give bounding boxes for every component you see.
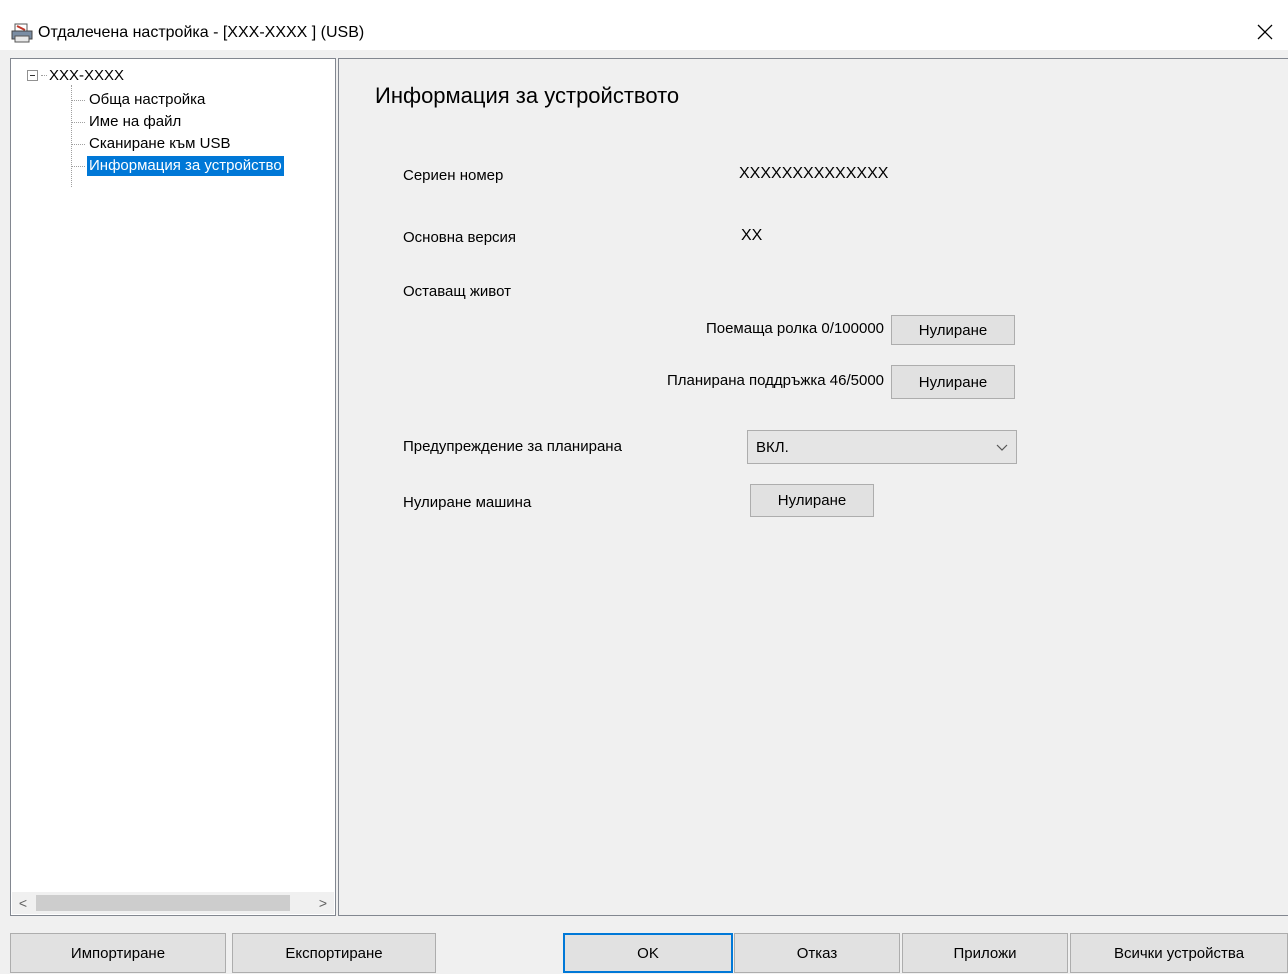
remaining-life-label: Оставащ живот — [403, 283, 511, 300]
pickup-roller-label: Поемаща ролка 0/100000 — [705, 320, 884, 337]
maintenance-warning-value: ВКЛ. — [756, 439, 789, 456]
tree-root-label: XXX-XXXX — [49, 66, 125, 84]
export-button[interactable]: Експортиране — [232, 933, 436, 973]
tree-item-scan-to-usb[interactable]: Сканиране към USB — [71, 133, 232, 155]
machine-reset-label: Нулиране машина — [403, 494, 532, 511]
ok-button[interactable]: OK — [563, 933, 733, 973]
maintenance-reset-button[interactable]: Нулиране — [891, 365, 1015, 399]
scrollbar-thumb[interactable] — [36, 895, 290, 911]
firmware-version-label: Основна версия — [403, 229, 517, 246]
page-title: Информация за устройството — [375, 83, 680, 108]
scroll-left-button[interactable]: < — [12, 892, 34, 914]
serial-number-value: XXXXXXXXXXXXXX — [739, 165, 889, 182]
apply-button[interactable]: Приложи — [902, 933, 1068, 973]
close-icon — [1257, 24, 1273, 40]
import-button[interactable]: Импортиране — [10, 933, 226, 973]
window-title: Отдалечена настройка - [XXX-XXXX ] (USB) — [38, 24, 365, 41]
tree-connector — [41, 74, 47, 76]
tree-item-file-name[interactable]: Име на файл — [71, 111, 183, 133]
tree-item-general-settings[interactable]: Обща настройка — [71, 89, 207, 111]
chevron-right-icon: > — [318, 895, 328, 911]
tree-connector — [71, 121, 85, 123]
maintenance-warning-select[interactable]: ВКЛ. — [747, 430, 1017, 464]
close-button[interactable] — [1242, 14, 1288, 50]
chevron-left-icon: < — [18, 895, 28, 911]
title-bar-top-strip — [0, 0, 1288, 8]
scheduled-maintenance-label: Планирана поддръжка 46/5000 — [666, 372, 884, 389]
settings-tree[interactable]: XXX-XXXX Обща настройка Име на файл Скан… — [10, 58, 336, 916]
chevron-down-icon — [996, 444, 1008, 451]
tree-item-device-info[interactable]: Информация за устройство — [71, 155, 284, 177]
maintenance-warning-label: Предупреждение за планирана — [403, 438, 622, 455]
tree-connector — [71, 99, 85, 101]
tree-connector — [71, 165, 85, 167]
tree-connector — [71, 143, 85, 145]
collapse-icon[interactable] — [27, 69, 38, 81]
device-info-panel: Информация за устройството Сериен номер … — [338, 58, 1288, 916]
all-devices-button[interactable]: Всички устройства — [1070, 933, 1288, 973]
horizontal-scrollbar[interactable]: < > — [12, 892, 334, 914]
tree-item-label: Информация за устройство — [87, 156, 284, 176]
scroll-right-button[interactable]: > — [312, 892, 334, 914]
serial-number-label: Сериен номер — [403, 167, 504, 184]
title-bar: Отдалечена настройка - [XXX-XXXX ] (USB) — [0, 0, 1288, 50]
tree-root-device[interactable]: XXX-XXXX — [27, 65, 124, 85]
printer-app-icon — [11, 23, 33, 43]
firmware-version-value: XX — [741, 227, 763, 244]
tree-item-label: Сканиране към USB — [89, 135, 231, 152]
tree-item-label: Обща настройка — [89, 91, 206, 108]
machine-reset-button[interactable]: Нулиране — [750, 484, 874, 517]
tree-item-label: Име на файл — [89, 113, 182, 130]
pickup-roller-reset-button[interactable]: Нулиране — [891, 315, 1015, 345]
cancel-button[interactable]: Отказ — [734, 933, 900, 973]
